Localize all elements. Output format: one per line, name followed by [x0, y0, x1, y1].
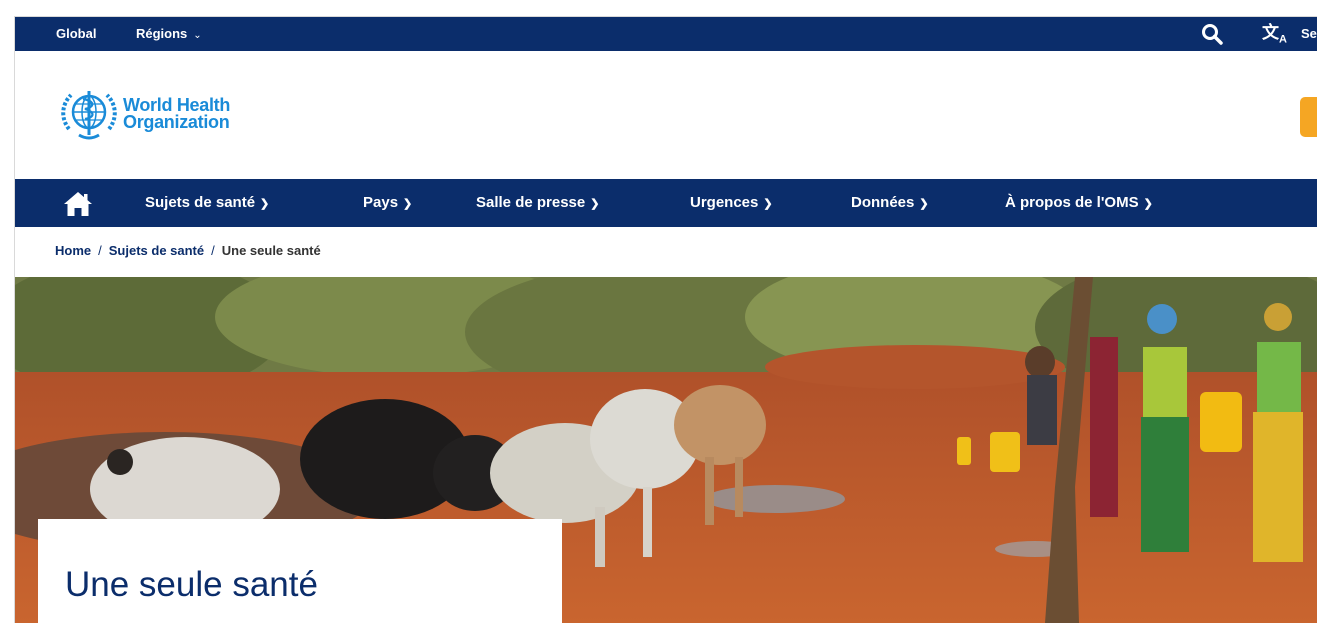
chevron-down-icon: ❯: [590, 198, 600, 210]
nav-item-label: Sujets de santé: [145, 194, 256, 211]
nav-item-about-who[interactable]: À propos de l'OMS ❯: [1005, 179, 1153, 227]
nav-item-label: Données: [851, 194, 915, 211]
global-link[interactable]: Global: [56, 17, 96, 51]
nav-item-health-topics[interactable]: Sujets de santé ❯: [145, 179, 269, 227]
translate-icon[interactable]: 文A: [1262, 21, 1287, 51]
breadcrumb: Home / Sujets de santé / Une seule santé: [55, 243, 321, 258]
breadcrumb-current: Une seule santé: [221, 243, 321, 258]
regions-dropdown[interactable]: Régions ⌄: [136, 17, 202, 51]
hero-title-card: Une seule santé: [38, 519, 562, 623]
utility-bar: Global Régions ⌄ 文A Se: [15, 17, 1317, 51]
language-select-label[interactable]: Se: [1301, 17, 1317, 51]
nav-item-emergencies[interactable]: Urgences ❯: [690, 179, 773, 227]
page-title: Une seule santé: [65, 565, 318, 604]
chevron-down-icon: ❯: [403, 198, 413, 210]
logo-line-2: Organization: [123, 112, 230, 132]
nav-item-label: Salle de presse: [476, 194, 586, 211]
nav-item-data[interactable]: Données ❯: [851, 179, 929, 227]
nav-item-newsroom[interactable]: Salle de presse ❯: [476, 179, 599, 227]
who-logo-text[interactable]: World Health Organization: [123, 96, 230, 132]
chevron-down-icon: ❯: [260, 198, 270, 210]
breadcrumb-parent-link[interactable]: Sujets de santé: [109, 243, 204, 258]
site-header: World Health Organization: [15, 51, 1317, 179]
regions-label: Régions: [136, 26, 188, 41]
donate-button[interactable]: [1300, 97, 1317, 137]
nav-item-countries[interactable]: Pays ❯: [363, 179, 412, 227]
browser-viewport: Global Régions ⌄ 文A Se World Health Orga…: [14, 16, 1317, 623]
chevron-down-icon: ❯: [1143, 198, 1153, 210]
hero-banner: Une seule santé: [15, 277, 1317, 623]
home-icon[interactable]: [63, 191, 93, 217]
who-emblem-icon[interactable]: [59, 85, 119, 145]
nav-item-label: Pays: [363, 194, 399, 211]
main-navigation: Sujets de santé ❯ Pays ❯ Salle de presse ❯ …: [15, 179, 1317, 227]
breadcrumb-home-link[interactable]: Home: [55, 243, 91, 258]
breadcrumb-separator: /: [98, 243, 102, 258]
chevron-down-icon: ❯: [763, 198, 773, 210]
breadcrumb-separator: /: [211, 243, 215, 258]
search-icon[interactable]: [1201, 23, 1223, 45]
chevron-down-icon: ⌄: [193, 30, 202, 41]
nav-item-label: À propos de l'OMS: [1005, 194, 1139, 211]
chevron-down-icon: ❯: [919, 198, 929, 210]
nav-item-label: Urgences: [690, 194, 759, 211]
